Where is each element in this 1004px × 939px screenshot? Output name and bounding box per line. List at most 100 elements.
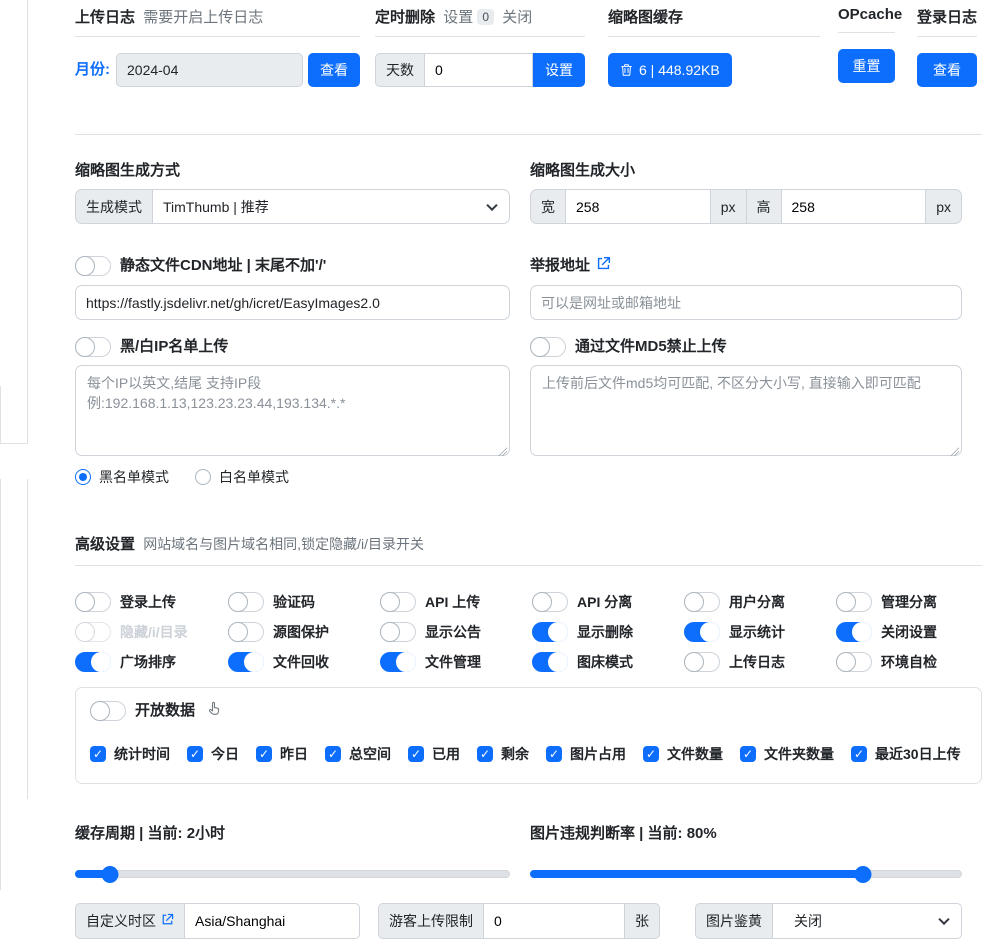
slider-thumb[interactable] xyxy=(101,866,118,883)
open-data-checkbox[interactable]: ✓ 总空间 xyxy=(325,744,391,764)
open-data-checkbox[interactable]: ✓已用 xyxy=(408,744,460,764)
radio-checked-icon[interactable] xyxy=(75,469,91,485)
advanced-switch-item: API 上传 xyxy=(380,592,532,612)
radio-unchecked-icon[interactable] xyxy=(195,469,211,485)
toggle-switch[interactable] xyxy=(228,592,264,612)
checkbox-checked-icon[interactable]: ✓ xyxy=(408,746,424,762)
resize-handle-icon[interactable] xyxy=(498,447,507,456)
switch-label: 广场排序 xyxy=(120,652,176,672)
open-data-box: 开放数据 ✓统计时间✓今日✓昨日✓总空间✓已用✓剩余✓图片占用✓文件数量✓文件夹… xyxy=(75,687,982,784)
toggle-switch[interactable] xyxy=(836,652,872,672)
toggle-switch[interactable] xyxy=(532,622,568,642)
toggle-switch[interactable] xyxy=(684,622,720,642)
external-link-icon[interactable] xyxy=(596,256,611,276)
switch-label: 源图保护 xyxy=(273,622,329,642)
days-input[interactable] xyxy=(425,53,533,87)
resize-handle-icon[interactable] xyxy=(950,447,959,456)
timezone-input[interactable] xyxy=(185,903,360,939)
upload-log-view-button[interactable]: 查看 xyxy=(308,53,360,87)
left-card-border-bottom-inner xyxy=(27,479,28,799)
left-card-border-bottom-outer xyxy=(0,479,1,890)
cdn-toggle[interactable] xyxy=(75,256,111,276)
porn-check-addon: 图片鉴黄 xyxy=(695,903,773,939)
toggle-switch[interactable] xyxy=(532,652,568,672)
advanced-switch-item: 上传日志 xyxy=(684,652,836,672)
checkbox-checked-icon[interactable]: ✓ xyxy=(325,746,341,762)
checkbox-checked-icon[interactable]: ✓ xyxy=(477,746,493,762)
slider-track[interactable] xyxy=(75,870,510,878)
checkbox-label: 文件夹数量 xyxy=(764,744,834,764)
violation-rate-label: 图片违规判断率 | 当前: 80% xyxy=(530,824,962,844)
open-data-checkbox[interactable]: ✓ 文件夹数量 xyxy=(740,744,834,764)
ip-mode-radio[interactable]: 白名单模式 xyxy=(195,467,289,487)
open-data-checkbox[interactable]: ✓最近30日上传 xyxy=(851,744,961,764)
ip-mode-radio[interactable]: 黑名单模式 xyxy=(75,467,169,487)
trash-icon xyxy=(620,63,633,77)
porn-check-select[interactable]: 关闭 xyxy=(773,903,962,939)
thumb-height-input[interactable] xyxy=(782,189,927,224)
thumb-width-input[interactable] xyxy=(566,189,711,224)
login-log-view-button[interactable]: 查看 xyxy=(917,53,977,87)
toggle-switch[interactable] xyxy=(532,592,568,612)
open-data-checkbox[interactable]: ✓统计时间 xyxy=(90,744,170,764)
toggle-switch[interactable] xyxy=(836,622,872,642)
guest-limit-input[interactable] xyxy=(484,903,625,939)
open-data-checkbox[interactable]: ✓昨日 xyxy=(256,744,308,764)
open-data-checkbox[interactable]: ✓今日 xyxy=(187,744,239,764)
cdn-section: 静态文件CDN地址 | 末尾不加'/' xyxy=(75,224,510,320)
slider-thumb[interactable] xyxy=(854,866,871,883)
toggle-switch[interactable] xyxy=(380,592,416,612)
scheduled-delete-header: 定时删除 设置 0 关闭 xyxy=(375,6,585,37)
md5-section: 通过文件MD5禁止上传 xyxy=(530,320,962,487)
md5-textarea[interactable] xyxy=(530,365,962,456)
thumb-mode-selected: TimThumb | 推荐 xyxy=(163,197,269,217)
report-address-input[interactable] xyxy=(530,285,962,320)
left-card-border-corner xyxy=(0,443,28,444)
external-link-icon[interactable] xyxy=(161,913,174,929)
opcache-header: OPcache xyxy=(838,6,895,33)
open-data-checkbox[interactable]: ✓图片占用 xyxy=(546,744,626,764)
toggle-switch[interactable] xyxy=(75,652,111,672)
toggle-switch[interactable] xyxy=(380,652,416,672)
thumb-cache-clear-button[interactable]: 6 | 448.92KB xyxy=(608,53,732,87)
toggle-switch[interactable] xyxy=(836,592,872,612)
upload-log-section: 上传日志 需要开启上传日志 月份: 查看 xyxy=(75,6,360,87)
advanced-switch-item: 广场排序 xyxy=(75,652,228,672)
md5-toggle[interactable] xyxy=(530,337,566,357)
checkbox-checked-icon[interactable]: ✓ xyxy=(851,746,867,762)
open-data-checkbox[interactable]: ✓文件数量 xyxy=(643,744,723,764)
opcache-reset-button[interactable]: 重置 xyxy=(838,49,895,83)
ip-list-toggle[interactable] xyxy=(75,337,111,357)
cache-cycle-slider[interactable] xyxy=(75,866,510,882)
toggle-switch[interactable] xyxy=(228,652,264,672)
chevron-down-icon xyxy=(938,914,949,925)
toggle-switch[interactable] xyxy=(684,592,720,612)
toggle-switch[interactable] xyxy=(684,652,720,672)
slider-fill xyxy=(530,870,863,878)
month-input[interactable] xyxy=(116,53,303,87)
checkbox-checked-icon[interactable]: ✓ xyxy=(90,746,106,762)
cdn-url-input[interactable] xyxy=(75,285,510,320)
days-set-button[interactable]: 设置 xyxy=(533,53,585,87)
switch-label: 登录上传 xyxy=(120,592,176,612)
checkbox-checked-icon[interactable]: ✓ xyxy=(256,746,272,762)
open-data-checkbox[interactable]: ✓剩余 xyxy=(477,744,529,764)
checkbox-checked-icon[interactable]: ✓ xyxy=(187,746,203,762)
open-data-toggle[interactable] xyxy=(90,701,126,721)
violation-rate-slider[interactable] xyxy=(530,866,962,882)
settings-panel: 上传日志 需要开启上传日志 月份: 查看 定时删除 设置 0 关闭 天数 设置 xyxy=(75,0,982,939)
left-card-border-side xyxy=(0,386,1,443)
scheduled-delete-badge: 0 xyxy=(477,9,494,25)
toggle-switch[interactable] xyxy=(75,622,111,642)
toggle-switch[interactable] xyxy=(380,622,416,642)
upload-log-hint: 需要开启上传日志 xyxy=(143,9,263,26)
switch-label: API 上传 xyxy=(425,592,480,612)
thumb-mode-select[interactable]: TimThumb | 推荐 xyxy=(153,189,510,224)
checkbox-label: 总空间 xyxy=(349,744,391,764)
checkbox-checked-icon[interactable]: ✓ xyxy=(740,746,756,762)
ip-list-textarea[interactable] xyxy=(75,365,510,456)
checkbox-checked-icon[interactable]: ✓ xyxy=(546,746,562,762)
checkbox-checked-icon[interactable]: ✓ xyxy=(643,746,659,762)
toggle-switch[interactable] xyxy=(75,592,111,612)
toggle-switch[interactable] xyxy=(228,622,264,642)
